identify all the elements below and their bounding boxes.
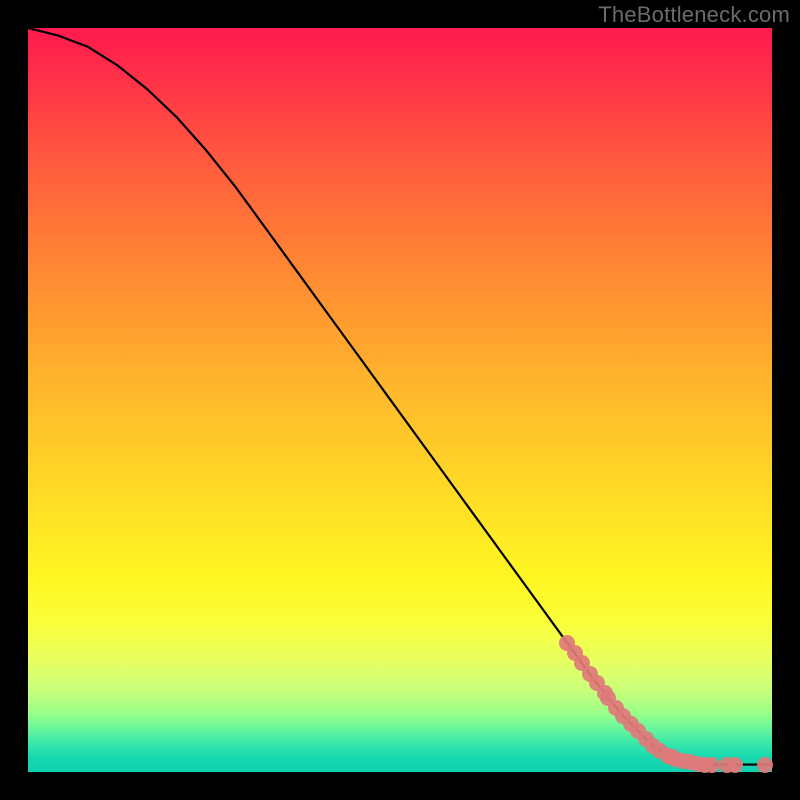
marker-points-layer [28, 28, 772, 772]
chart-frame: TheBottleneck.com [0, 0, 800, 800]
marker-point [727, 757, 743, 773]
marker-point [704, 757, 720, 773]
chart-plot-area [28, 28, 772, 772]
marker-point [757, 757, 773, 773]
watermark-text: TheBottleneck.com [598, 2, 790, 28]
